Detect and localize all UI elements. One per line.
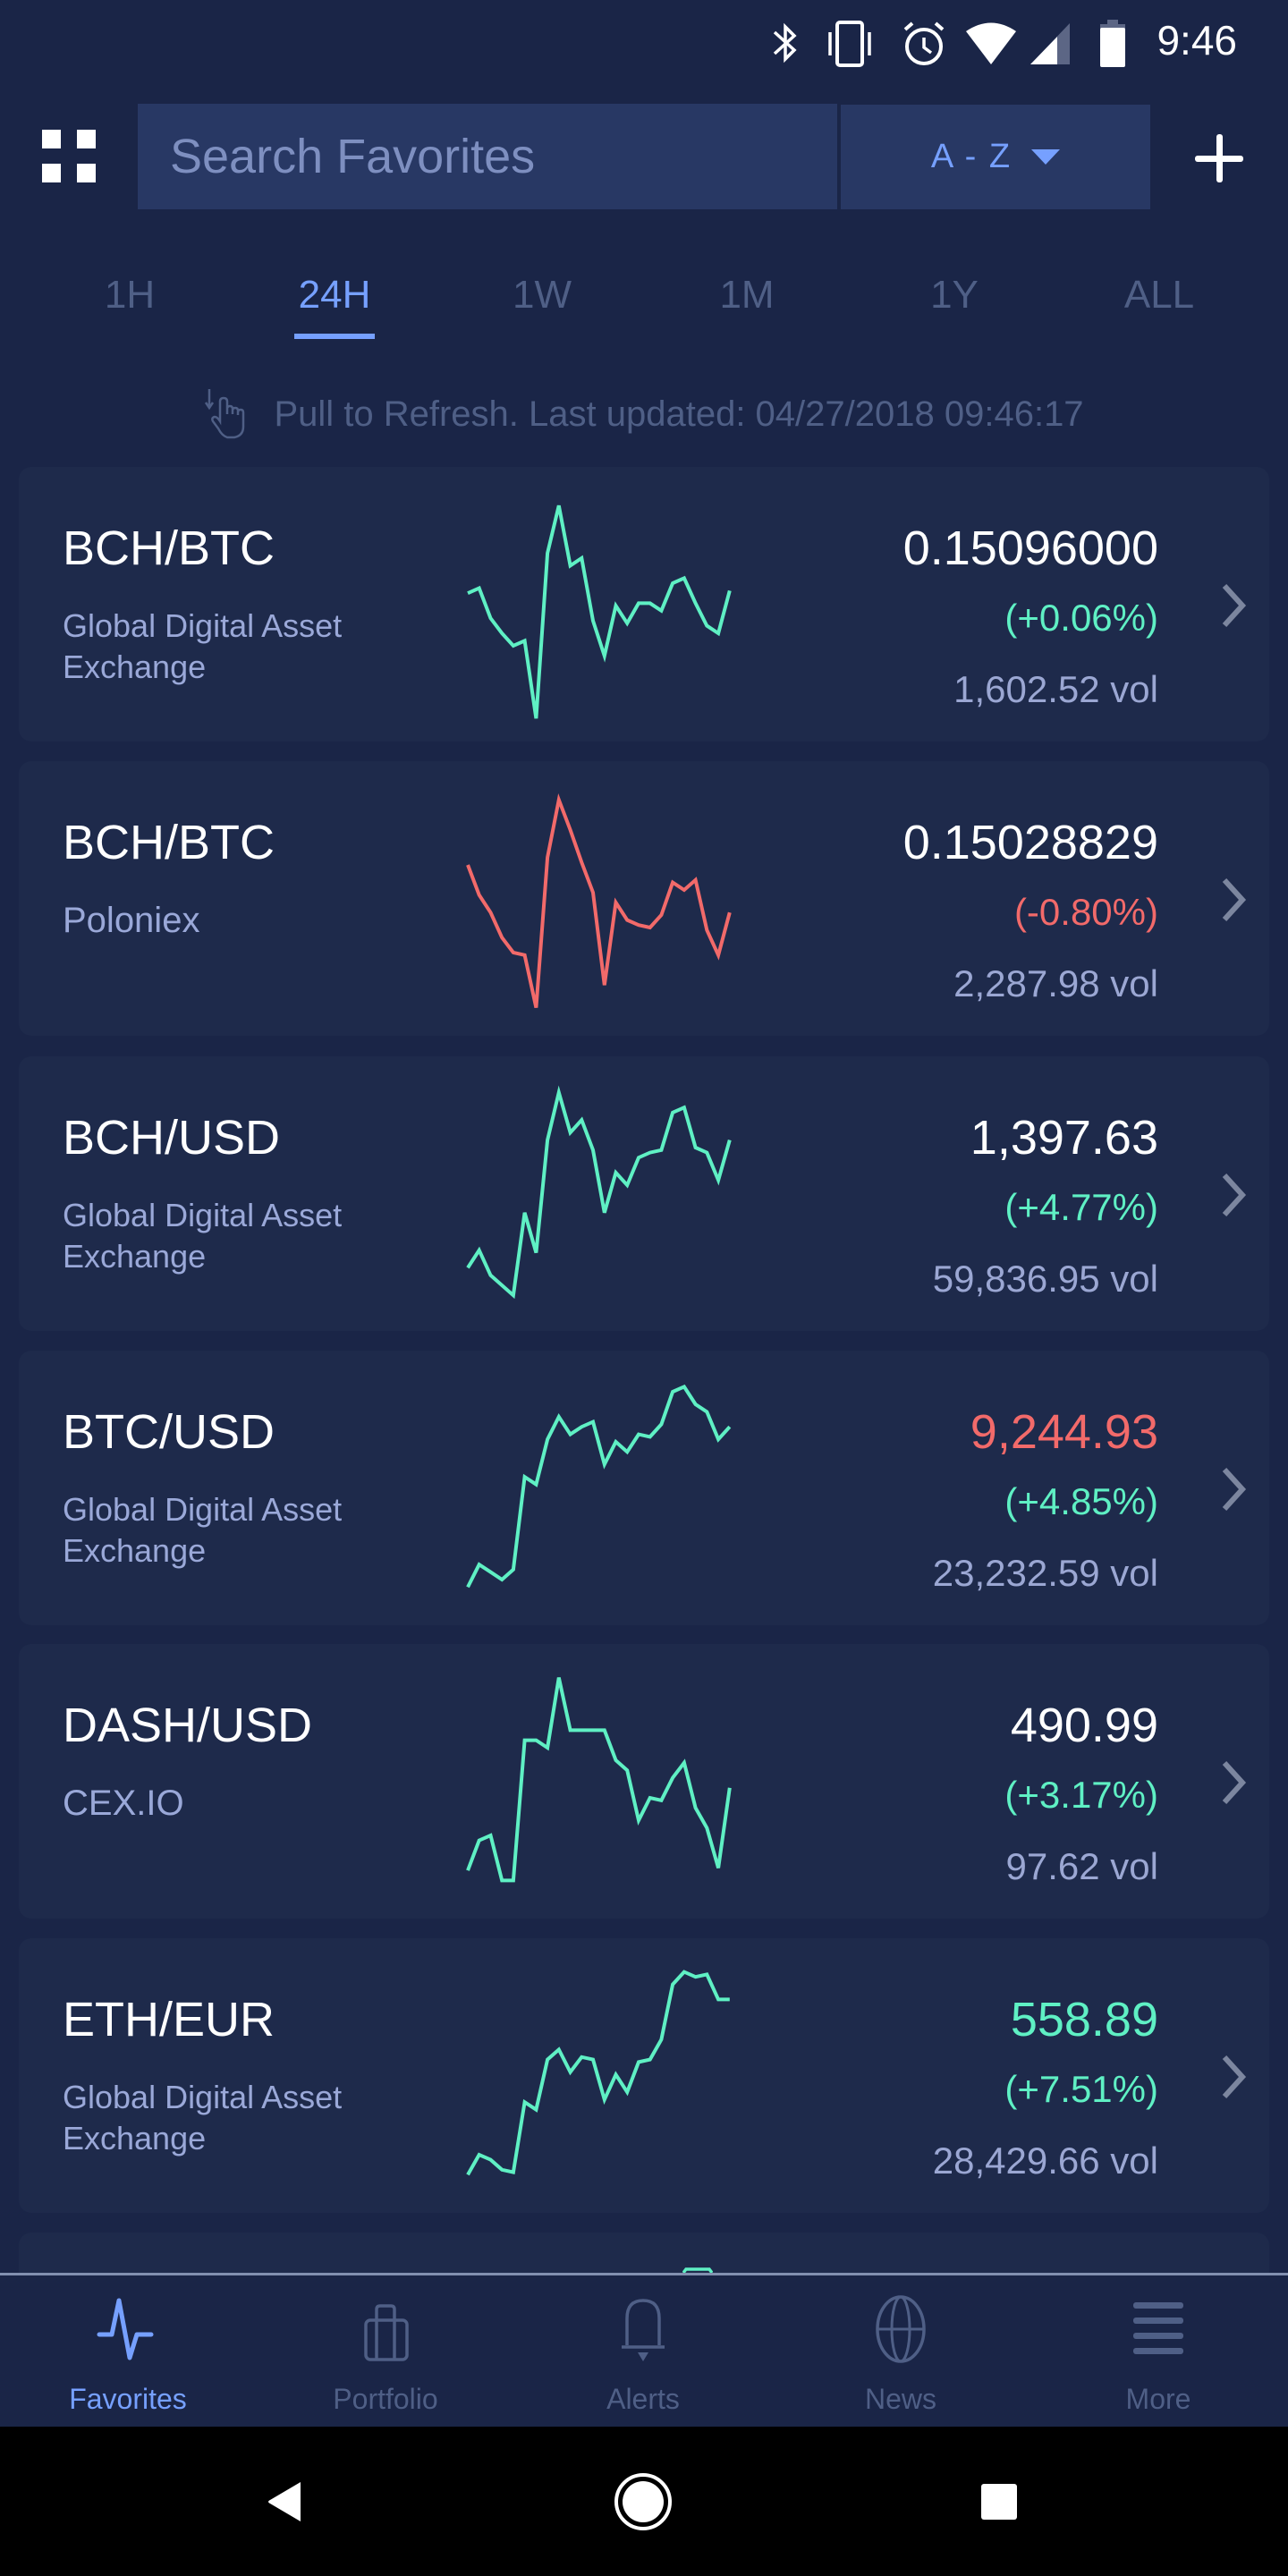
bell-icon [622,2299,665,2361]
search-input[interactable] [138,104,837,209]
price-value: 558.89 [1010,1993,1158,2046]
nav-label: More [1125,2383,1191,2415]
exchange-name: Global Digital Asset Exchange [63,607,343,685]
bluetooth-icon [773,22,797,64]
chevron-right-icon[interactable] [1216,1462,1251,1516]
favorite-card[interactable]: BTC/USD Global Digital Asset Exchange 9,24… [19,1351,1269,1625]
vibrate-icon [828,21,871,67]
nav-label: Alerts [606,2383,680,2415]
pair-name: ETH/EUR [63,1993,275,2046]
price-value: 1,397.63 [970,1111,1158,1165]
wifi-icon [966,22,1016,64]
pair-name: BCH/BTC [63,521,275,575]
chevron-right-icon[interactable] [1216,1756,1251,1809]
volume-value: 2,287.98 vol [953,962,1158,1004]
chevron-right-icon[interactable] [1216,2050,1251,2104]
volume-value: 23,232.59 vol [932,1552,1158,1594]
tab-1m[interactable]: 1M [657,259,836,340]
tab-all[interactable]: ALL [1070,259,1249,340]
menu-icon [1133,2302,1183,2354]
volume-value: 59,836.95 vol [932,1258,1158,1300]
status-time: 9:46 [1157,17,1237,64]
time-range-tabs: 1H 24H 1W 1M 1Y ALL [0,259,1288,349]
sparkline-line [466,1085,732,1300]
recents-icon[interactable] [963,2466,1035,2538]
status-bar: 9:46 [0,0,1288,85]
battery-icon [1100,20,1125,67]
bottom-navigation: Favorites Portfolio Alerts News More [0,2273,1288,2427]
percent-change: (+3.17%) [1004,1774,1158,1816]
sparkline-line [466,1677,732,1883]
briefcase-icon [364,2304,409,2361]
home-icon[interactable] [607,2466,679,2538]
caret-down-icon [1031,149,1061,165]
nav-tab-portfolio[interactable]: Portfolio [296,2275,475,2428]
globe-icon [876,2295,926,2363]
exchange-name: Global Digital Asset Exchange [63,1197,343,1275]
pair-name: BTC/USD [63,1405,275,1459]
nav-label: Favorites [69,2383,187,2415]
price-value: 0.15028829 [902,816,1158,869]
percent-change: (+4.77%) [1004,1186,1158,1228]
sort-label: A - Z [930,138,1013,175]
exchange-name: Global Digital Asset Exchange [63,2079,343,2157]
favorite-card[interactable]: BCH/BTC Poloniex 0.15028829 (-0.80%) 2,287.9… [19,761,1269,1036]
percent-change: (+7.51%) [1004,2068,1158,2110]
grid-menu-button[interactable] [34,122,104,191]
sparkline-line [466,792,732,1009]
tab-1h[interactable]: 1H [40,259,219,340]
exchange-name: Poloniex [63,901,200,940]
tab-24h[interactable]: 24H [245,259,424,340]
signal-icon [1030,23,1070,64]
volume-value: 97.62 vol [1005,1845,1158,1887]
system-navigation-bar [0,2427,1288,2576]
back-icon[interactable] [249,2466,320,2538]
favorite-card[interactable]: BCH/USD Global Digital Asset Exchange 1,39… [19,1056,1269,1331]
nav-tab-more[interactable]: More [1069,2275,1248,2428]
tab-1w[interactable]: 1W [453,259,631,340]
exchange-name: CEX.IO [63,1784,184,1823]
price-value: 0.15096000 [902,521,1158,575]
pair-name: BCH/USD [63,1111,281,1165]
exchange-name: Global Digital Asset Exchange [63,1491,343,1569]
chevron-right-icon[interactable] [1216,579,1251,632]
nav-label: Portfolio [333,2383,438,2415]
pair-name: BCH/BTC [63,816,275,869]
percent-change: (+4.85%) [1004,1480,1158,1522]
volume-value: 1,602.52 vol [953,668,1158,710]
nav-tab-news[interactable]: News [811,2275,990,2428]
pulse-icon [97,2298,154,2360]
favorite-card[interactable]: DASH/USD CEX.IO 490.99 (+3.17%) 97.62 vol [19,1644,1269,1919]
sparkline-line [466,1970,730,2176]
pull-refresh-hand-icon [205,389,245,439]
add-favorite-button[interactable] [1183,123,1255,194]
tab-1y[interactable]: 1Y [865,259,1044,340]
chevron-right-icon[interactable] [1216,1168,1251,1222]
alarm-icon [903,21,945,65]
favorite-card-partial[interactable] [19,2233,1269,2273]
refresh-status: Pull to Refresh. Last updated: 04/27/201… [0,385,1288,444]
favorite-card[interactable]: BCH/BTC Global Digital Asset Exchange 0.15… [19,467,1269,741]
percent-change: (-0.80%) [1013,891,1158,933]
favorite-card[interactable]: ETH/EUR Global Digital Asset Exchange 558.… [19,1938,1269,2213]
nav-label: News [864,2383,936,2415]
price-value: 9,244.93 [970,1405,1158,1459]
last-updated-text: Pull to Refresh. Last updated: 04/27/201… [274,394,1084,434]
nav-tab-favorites[interactable]: Favorites [38,2275,217,2428]
sparkline-line [467,504,732,719]
sort-dropdown[interactable]: A - Z [841,105,1150,209]
chevron-right-icon[interactable] [1216,873,1251,927]
sparkline-line [466,1384,732,1589]
nav-tab-alerts[interactable]: Alerts [554,2275,733,2428]
price-value: 490.99 [1010,1699,1158,1752]
percent-change: (+0.06%) [1004,597,1158,639]
volume-value: 28,429.66 vol [932,2140,1158,2182]
pair-name: DASH/USD [63,1699,313,1752]
